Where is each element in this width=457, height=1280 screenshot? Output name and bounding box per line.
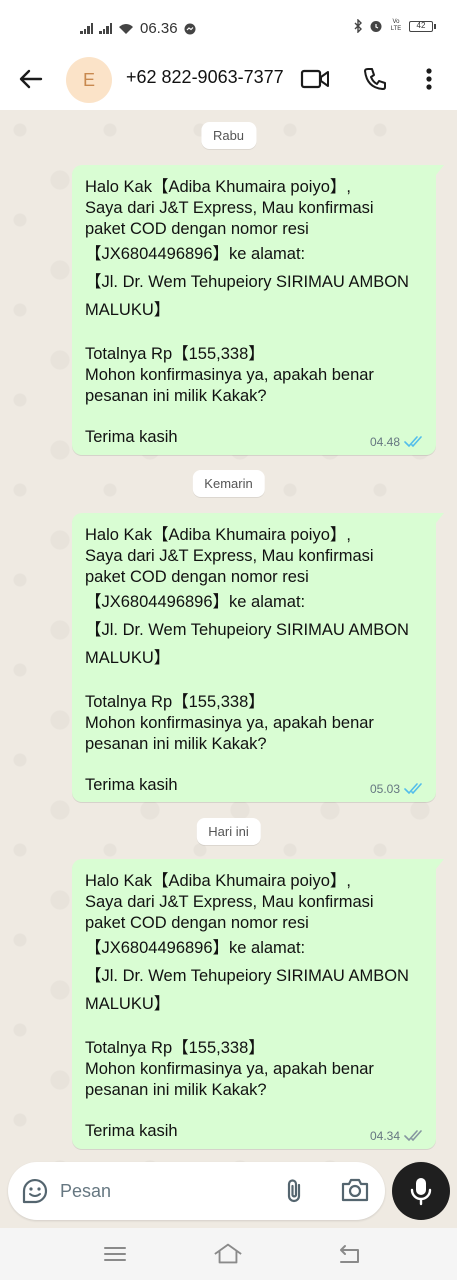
message-line: Halo Kak【Adiba Khumaira poiyo】, [85,526,351,544]
message-line: 【JX6804496896】ke alamat: [85,245,306,263]
microphone-icon [410,1178,432,1206]
sticker-button[interactable] [20,1176,50,1206]
phone-icon [364,68,386,90]
sticker-icon [22,1179,48,1204]
message-meta: 05.03 [370,782,424,796]
date-chip: Hari ini [196,818,261,845]
home-button[interactable] [213,1240,243,1268]
status-left: 06.36 [80,20,196,37]
message-line: MALUKU】 [85,301,171,319]
contact-name[interactable]: +62 822-9063-7377 [126,67,284,88]
signal-icon [80,23,93,34]
message-line: Totalnya Rp【155,338】 [85,345,265,363]
status-right: Vo LTE 42 [354,19,436,33]
arrow-left-icon [19,69,43,89]
message-input[interactable] [60,1172,260,1210]
return-icon [340,1245,359,1263]
back-button[interactable] [14,62,48,96]
back-nav-button[interactable] [334,1240,364,1268]
message-line: Saya dari J&T Express, Mau konfirmasi [85,893,374,911]
signal-icon [99,23,112,34]
message-line: Mohon konfirmasinya ya, apakah benar [85,714,374,732]
video-camera-icon [300,69,329,89]
message-line: Totalnya Rp【155,338】 [85,1039,265,1057]
camera-icon [341,1178,369,1202]
double-check-icon [404,1130,424,1142]
menu-button[interactable] [412,62,446,96]
message-bubble[interactable]: Halo Kak【Adiba Khumaira poiyo】, Saya dar… [72,165,444,455]
message-composer [8,1162,385,1220]
message-line: Halo Kak【Adiba Khumaira poiyo】, [85,872,351,890]
voice-call-button[interactable] [358,62,392,96]
system-navigation-bar [0,1228,457,1280]
recents-icon [104,1247,126,1261]
double-check-icon [404,783,424,795]
voice-record-button[interactable] [392,1162,450,1220]
alarm-icon [370,21,382,32]
message-line: MALUKU】 [85,649,171,667]
status-time: 06.36 [140,20,178,37]
message-time: 04.34 [369,1129,400,1143]
camera-button[interactable] [340,1176,372,1206]
message-line: Totalnya Rp【155,338】 [85,693,265,711]
message-line: MALUKU】 [85,995,171,1013]
message-line: pesanan ini milik Kakak? [85,735,267,753]
message-meta: 04.48 [370,435,424,449]
message-line: 【Jl. Dr. Wem Tehupeiory SIRIMAU AMBON [85,273,409,291]
message-bubble[interactable]: Halo Kak【Adiba Khumaira poiyo】, Saya dar… [72,513,444,802]
battery-icon: 42 [409,20,436,32]
double-check-icon [404,436,424,448]
battery-level: 42 [416,20,426,30]
date-chip: Rabu [200,122,257,149]
message-line: Saya dari J&T Express, Mau konfirmasi [85,199,374,217]
message-line: Mohon konfirmasinya ya, apakah benar [85,366,374,384]
message-line: pesanan ini milik Kakak? [85,1081,267,1099]
message-meta: 04.34 [370,1129,424,1143]
message-line: Saya dari J&T Express, Mau konfirmasi [85,547,374,565]
message-line: paket COD dengan nomor resi [85,220,309,238]
message-line: paket COD dengan nomor resi [85,568,309,586]
volte-label: Vo LTE [390,19,402,32]
message-line: paket COD dengan nomor resi [85,914,309,932]
recents-button[interactable] [100,1240,130,1268]
message-line: 【Jl. Dr. Wem Tehupeiory SIRIMAU AMBON [85,621,409,639]
home-icon [214,1243,242,1264]
date-chip: Kemarin [192,470,265,497]
paperclip-icon [287,1179,301,1203]
more-vertical-icon [426,68,432,90]
bluetooth-icon [354,19,362,33]
message-bubble[interactable]: Halo Kak【Adiba Khumaira poiyo】, Saya dar… [72,859,444,1149]
video-call-button[interactable] [298,62,332,96]
message-line: pesanan ini milik Kakak? [85,387,267,405]
attach-button[interactable] [280,1176,310,1206]
message-line: 【JX6804496896】ke alamat: [85,939,306,957]
avatar[interactable]: E [66,57,112,103]
message-line: 【Jl. Dr. Wem Tehupeiory SIRIMAU AMBON [85,967,409,985]
message-line: Halo Kak【Adiba Khumaira poiyo】, [85,178,351,196]
message-line: Mohon konfirmasinya ya, apakah benar [85,1060,374,1078]
messenger-icon [184,23,196,34]
message-line: 【JX6804496896】ke alamat: [85,593,306,611]
message-time: 05.03 [369,782,400,796]
wifi-icon [119,23,133,34]
message-time: 04.48 [369,435,400,449]
chat-area[interactable]: Rabu Halo Kak【Adiba Khumaira poiyo】, Say… [0,110,457,1170]
chat-header: E +62 822-9063-7377 [0,48,457,110]
